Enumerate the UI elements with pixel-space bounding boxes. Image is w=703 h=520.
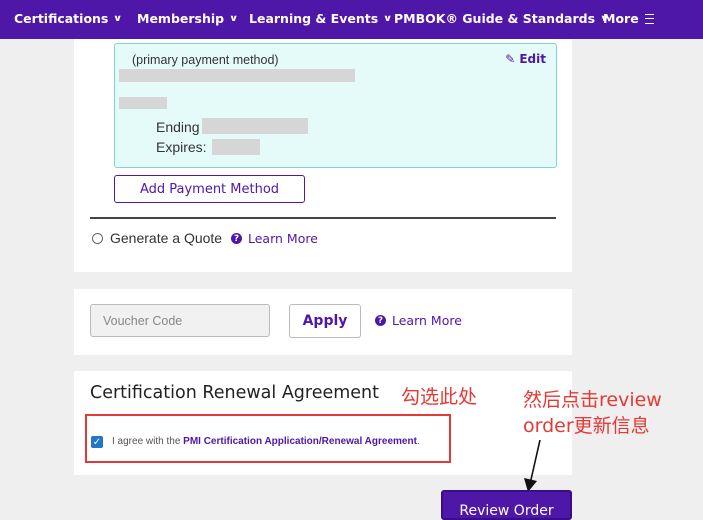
help-icon: ? [375, 315, 386, 326]
nav-item-learning-events[interactable]: Learning & Events ∨ [249, 11, 393, 26]
annotation-then-click-line2: order更新信息 [523, 415, 650, 437]
nav-item-label: PMBOK® Guide & Standards [394, 11, 596, 26]
payment-method-box: (primary payment method) ✎ Edit Ending E… [114, 43, 557, 168]
nav-item-label: More [603, 11, 639, 26]
agreement-title: Certification Renewal Agreement [90, 383, 380, 403]
top-nav: Certifications ∨ Membership ∨ Learning & E… [0, 0, 703, 39]
nav-item-label: Learning & Events [249, 11, 379, 26]
card-expires-label: Expires: [156, 139, 207, 155]
nav-item-more[interactable]: More [603, 11, 654, 26]
nav-item-label: Membership [137, 11, 225, 26]
edit-payment-link[interactable]: ✎ Edit [505, 52, 546, 66]
nav-item-pmbok[interactable]: PMBOK® Guide & Standards ∨ [394, 11, 609, 26]
nav-item-certifications[interactable]: Certifications ∨ [14, 11, 123, 26]
edit-label: Edit [519, 52, 546, 66]
redacted-expiry [212, 139, 260, 155]
redacted-card-type [119, 97, 167, 109]
learn-more-label: Learn More [392, 313, 462, 328]
voucher-learn-more-link[interactable]: ? Learn More [375, 313, 462, 328]
divider [90, 217, 556, 219]
card-ending-label: Ending [156, 119, 200, 135]
generate-quote-radio[interactable] [92, 233, 103, 244]
highlight-box [85, 414, 451, 463]
chevron-down-icon: ∨ [229, 13, 239, 24]
annotation-then-click-line1: 然后点击review [523, 389, 662, 411]
chevron-down-icon: ∨ [113, 13, 123, 24]
review-order-button[interactable]: Review Order [441, 490, 572, 520]
apply-button[interactable]: Apply [289, 304, 361, 338]
quote-learn-more-link[interactable]: ? Learn More [231, 231, 318, 246]
menu-icon [644, 13, 654, 24]
voucher-code-input[interactable]: Voucher Code [90, 304, 270, 337]
annotation-check-here: 勾选此处 [401, 386, 478, 408]
add-payment-method-button[interactable]: Add Payment Method [114, 175, 305, 203]
help-icon: ? [231, 233, 242, 244]
nav-item-label: Certifications [14, 11, 109, 26]
pencil-icon: ✎ [505, 52, 516, 66]
payment-method-label: (primary payment method) [132, 53, 279, 67]
learn-more-label: Learn More [248, 231, 318, 246]
arrow-icon [524, 439, 541, 492]
generate-quote-label: Generate a Quote [110, 230, 223, 246]
chevron-down-icon: ∨ [383, 13, 393, 24]
redacted-card-number [202, 118, 308, 134]
redacted-name [119, 69, 355, 82]
nav-item-membership[interactable]: Membership ∨ [137, 11, 239, 26]
